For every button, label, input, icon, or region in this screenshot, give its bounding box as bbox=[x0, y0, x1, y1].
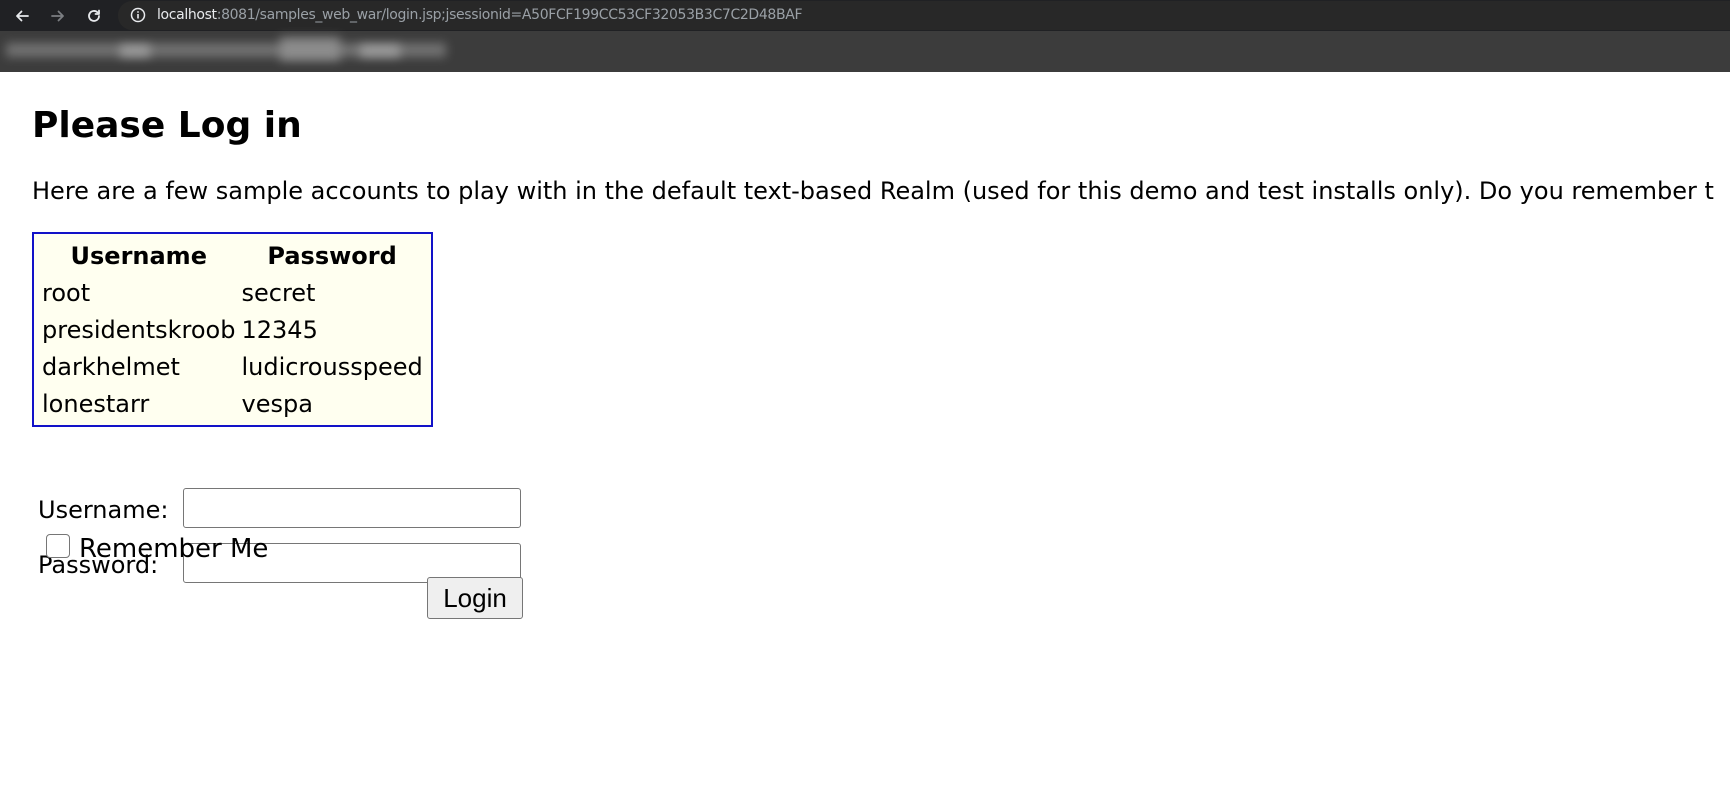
login-button[interactable]: Login bbox=[427, 577, 523, 619]
bookmarks-bar bbox=[0, 31, 1730, 72]
table-row: darkhelmet ludicrousspeed bbox=[40, 350, 425, 385]
reload-icon[interactable] bbox=[84, 6, 104, 26]
cell-username: darkhelmet bbox=[42, 353, 180, 381]
cell-password: secret bbox=[241, 279, 316, 307]
cell-username: presidentskroob bbox=[42, 316, 236, 344]
remember-me-label[interactable]: Remember Me bbox=[79, 533, 268, 565]
blurred-bookmark-block bbox=[280, 37, 340, 61]
table-row: presidentskroob 12345 bbox=[40, 313, 425, 348]
column-header-password: Password bbox=[267, 242, 397, 270]
table-row: root secret bbox=[40, 276, 425, 311]
column-header-username: Username bbox=[70, 242, 207, 270]
remember-me-checkbox[interactable] bbox=[46, 534, 70, 558]
blurred-bookmark-block bbox=[360, 45, 400, 57]
back-arrow-icon[interactable] bbox=[12, 6, 32, 26]
url-text[interactable]: localhost:8081/samples_web_war/login.jsp… bbox=[157, 6, 803, 24]
username-label: Username: bbox=[38, 496, 169, 524]
page-title: Please Log in bbox=[32, 105, 302, 146]
intro-text: Here are a few sample accounts to play w… bbox=[32, 177, 1714, 205]
cell-password: 12345 bbox=[241, 316, 318, 344]
cell-password: ludicrousspeed bbox=[241, 353, 423, 381]
table-header-row: Username Password bbox=[40, 239, 425, 274]
url-host: localhost bbox=[157, 7, 217, 23]
url-path: :8081/samples_web_war/login.jsp;jsession… bbox=[216, 7, 803, 23]
sample-accounts-table: Username Password root secret presidents… bbox=[32, 232, 433, 427]
cell-password: vespa bbox=[241, 390, 313, 418]
site-info-icon[interactable] bbox=[130, 7, 146, 23]
cell-username: root bbox=[42, 279, 91, 307]
browser-toolbar: localhost:8081/samples_web_war/login.jsp… bbox=[0, 0, 1730, 31]
username-input[interactable] bbox=[183, 488, 521, 528]
forward-arrow-icon[interactable] bbox=[48, 6, 68, 26]
blurred-bookmark-block bbox=[120, 45, 150, 57]
page-content: Please Log in Here are a few sample acco… bbox=[0, 72, 1730, 791]
table-row: lonestarr vespa bbox=[40, 387, 425, 422]
cell-username: lonestarr bbox=[42, 390, 150, 418]
